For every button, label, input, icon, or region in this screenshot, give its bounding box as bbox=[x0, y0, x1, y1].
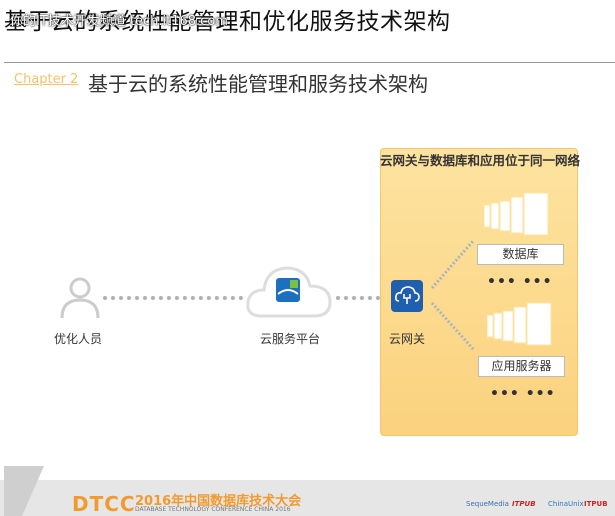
app-server-icon bbox=[487, 302, 552, 346]
network-title: 云网关与数据库和应用位于同一网络 bbox=[380, 153, 581, 168]
connector-line bbox=[103, 296, 243, 300]
gateway-links bbox=[430, 239, 476, 351]
app-server-ellipsis: ••• ••• bbox=[490, 386, 556, 402]
sponsor-logo: SequeMedia bbox=[466, 500, 509, 508]
cloud-platform-icon bbox=[246, 266, 332, 318]
sponsor-logo: ChinaUnix bbox=[548, 500, 584, 508]
gateway-label: 云网关 bbox=[389, 332, 426, 346]
gateway-icon bbox=[391, 280, 423, 312]
divider bbox=[4, 62, 615, 63]
database-ellipsis: ••• ••• bbox=[487, 274, 553, 290]
corner-decoration bbox=[4, 466, 44, 516]
cloud-platform-label: 云服务平台 bbox=[260, 332, 321, 346]
sponsor-logo: ITPUB bbox=[512, 500, 536, 508]
dtcc-logo: DTCC bbox=[72, 492, 136, 516]
user-label: 优化人员 bbox=[54, 332, 103, 346]
watermark: 你的IT技术开发频道 tech.it168.com bbox=[10, 14, 228, 29]
app-server-label: 应用服务器 bbox=[478, 356, 565, 377]
chapter-label: Chapter 2 bbox=[14, 72, 79, 87]
event-subtitle: DATABASE TECHNOLOGY CONFERENCE CHINA 201… bbox=[135, 506, 291, 513]
database-label: 数据库 bbox=[477, 244, 564, 265]
slide-subtitle: 基于云的系统性能管理和服务技术架构 bbox=[88, 72, 428, 96]
sponsor-logo: ITPUB bbox=[584, 500, 608, 508]
user-icon bbox=[60, 277, 100, 319]
database-server-icon bbox=[484, 192, 549, 236]
